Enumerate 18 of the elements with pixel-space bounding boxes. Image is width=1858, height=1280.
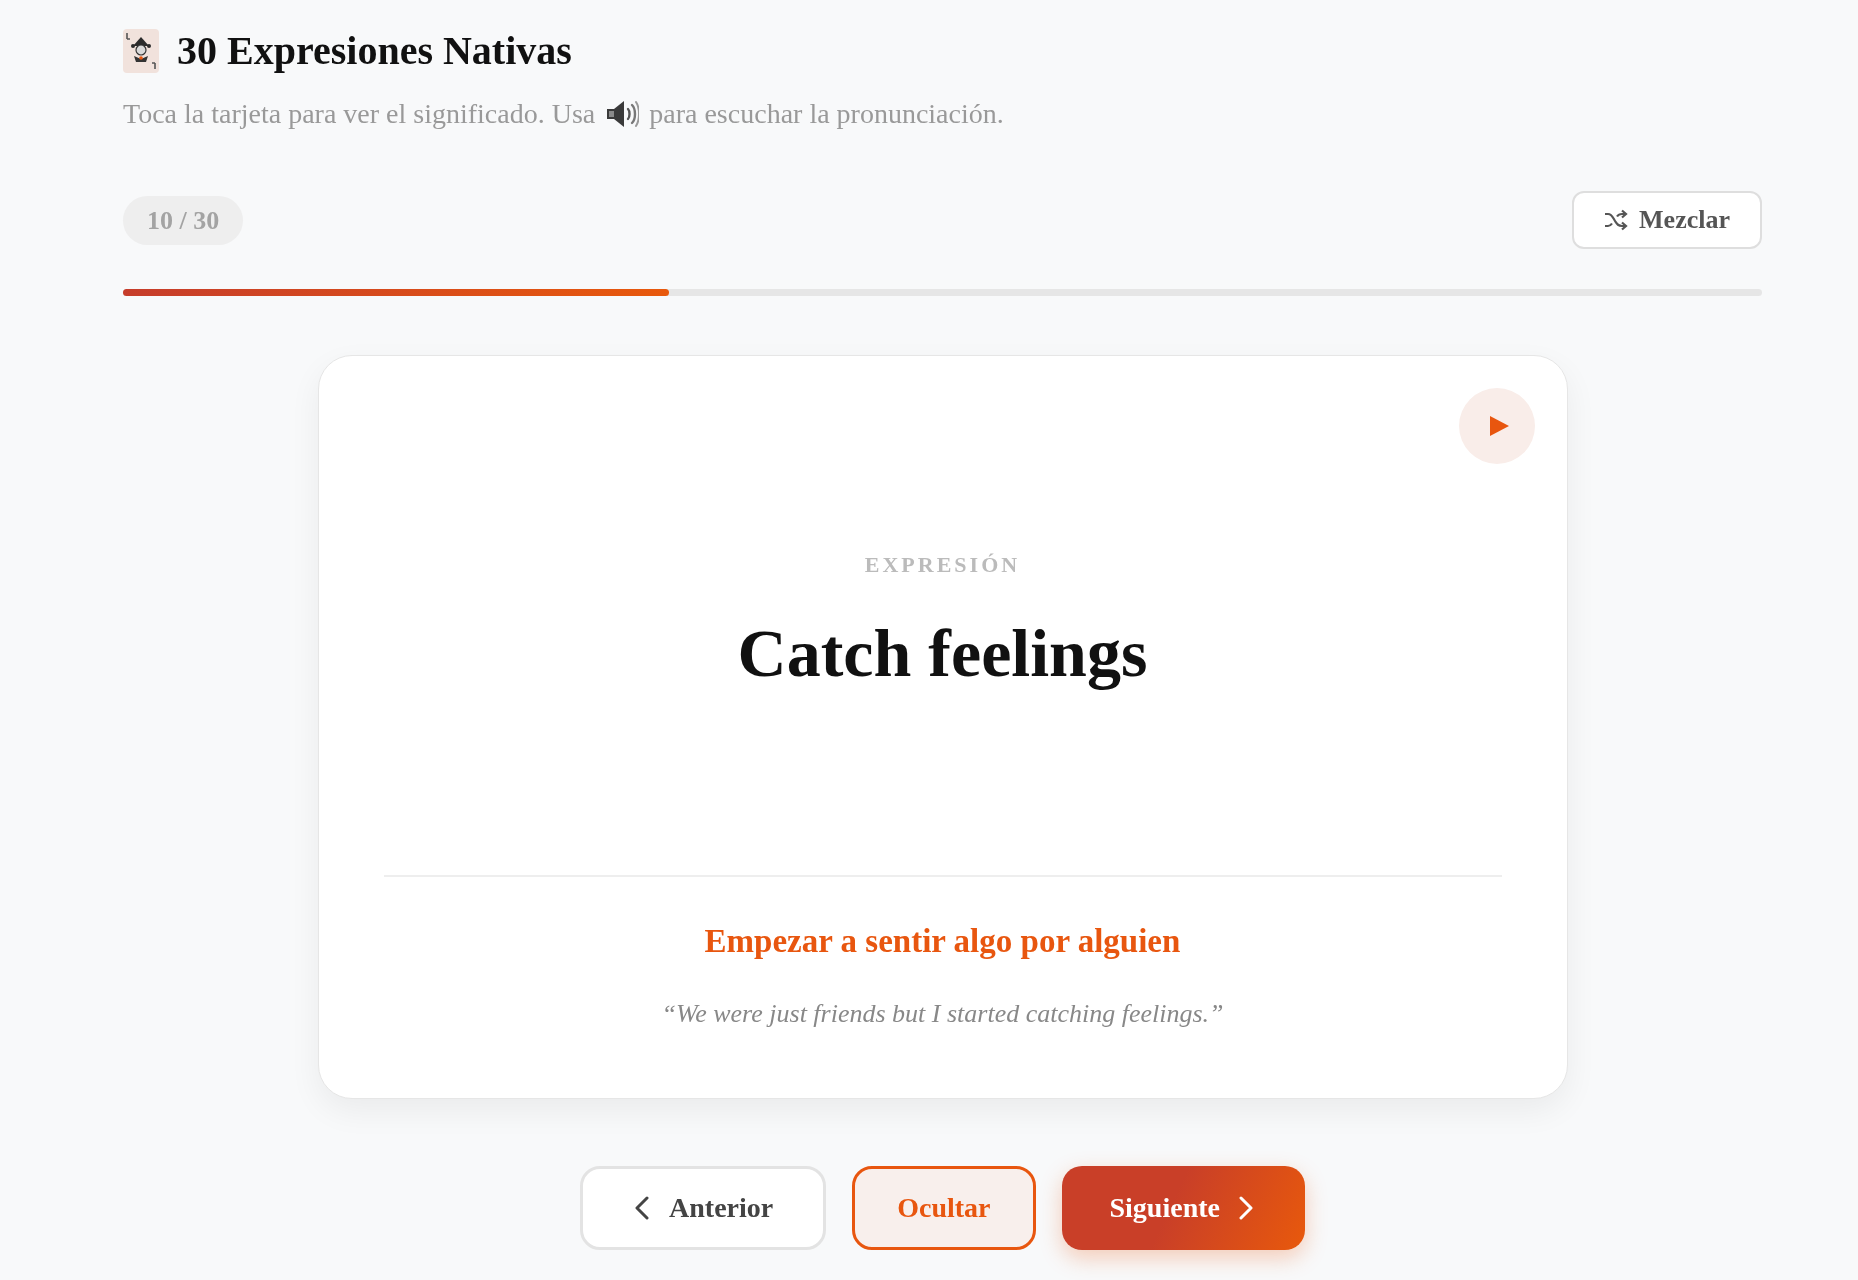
card-counter: 10 / 30 <box>123 195 244 245</box>
subtitle-text: Toca la tarjeta para ver el significado. Usa <box>123 97 596 131</box>
previous-button[interactable]: Anterior <box>580 1166 827 1250</box>
next-button[interactable]: Siguiente <box>1061 1166 1305 1250</box>
shuffle-icon <box>1604 209 1629 231</box>
flashcard[interactable]: EXPRESIÓN Catch feelings Empezar a sentir algo por alguien “We were just friends but I started catching feelings.” <box>317 355 1568 1099</box>
speaker-icon <box>605 99 640 129</box>
card-phrase: Catch feelings <box>737 613 1148 693</box>
chevron-right-icon <box>1239 1196 1253 1220</box>
card-meaning: Empezar a sentir algo por alguien <box>704 922 1181 961</box>
card-label: EXPRESIÓN <box>864 550 1021 579</box>
card-example: “We were just friends but I started catching feelings.” <box>661 998 1224 1030</box>
shuffle-button[interactable]: Mezclar <box>1572 191 1762 249</box>
chevron-left-icon <box>635 1196 649 1220</box>
play-icon <box>1488 416 1509 436</box>
playing-card-icon <box>123 29 159 73</box>
subtitle-text: para escuchar la pronunciación. <box>649 97 1004 131</box>
page-title: 30 Expresiones Nativas <box>177 27 572 75</box>
